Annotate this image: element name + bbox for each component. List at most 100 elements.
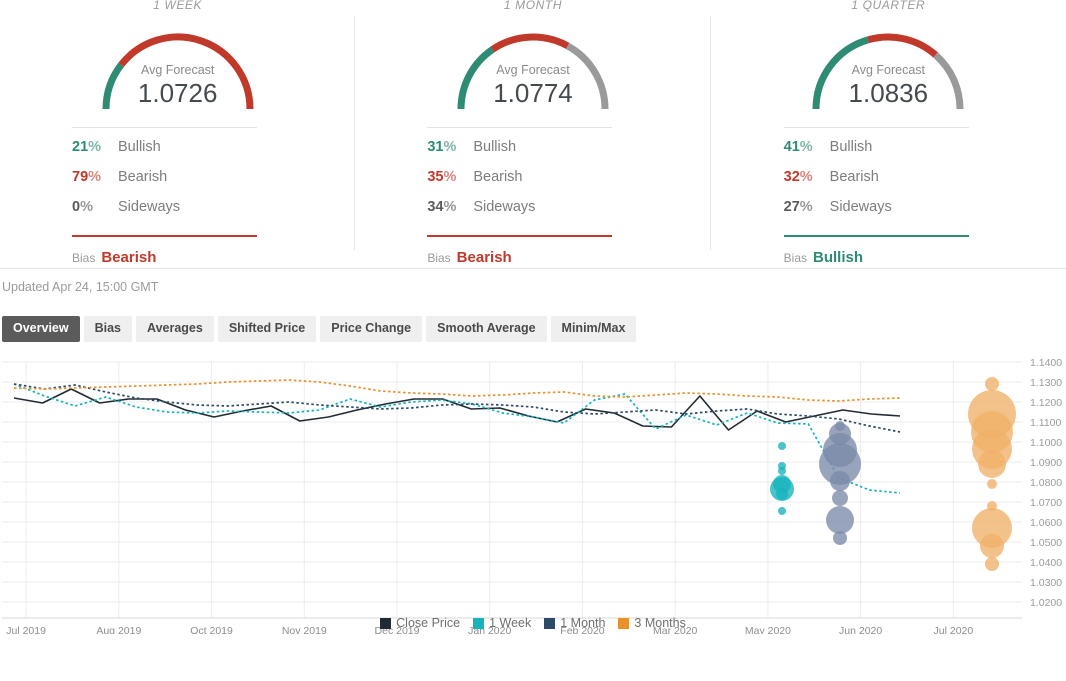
legend-swatch-icon [544,617,556,629]
gauge-1-quarter: Avg Forecast 1.0836 [711,15,1066,117]
stat-row-bearish: 32% Bearish [784,169,969,199]
stat-label-bearish: Bearish [829,169,879,185]
stat-label-sideways: Sideways [118,199,181,215]
bubble-1-week [776,488,788,500]
gauge-segment-bullish [457,46,495,110]
bubble-1-week [778,467,786,475]
bubble-1-week [778,442,786,450]
bubble-3-months [985,557,999,571]
chart-tab-bar: Overview Bias Averages Shifted Price Price C… [0,294,1066,342]
stat-pct-bullish: 21% [72,139,102,155]
updated-timestamp: Updated Apr 24, 15:00 GMT [2,280,159,294]
bubble-3-months [985,377,999,391]
panel-title: 1 WEEK [153,0,203,12]
y-axis-tick-label: 1.0600 [1030,517,1062,529]
bias-row: Bias Bearish [427,249,612,266]
y-axis-tick-label: 1.0400 [1030,557,1062,569]
stat-row-bullish: 31% Bullish [427,139,612,169]
stat-label-bullish: Bullish [473,139,517,155]
bias-row: Bias Bullish [784,249,969,266]
legend-label: 1 Month [560,616,606,630]
y-axis-tick-label: 1.0700 [1030,497,1062,509]
y-axis-tick-label: 1.1200 [1030,397,1062,409]
legend-label: Close Price [396,616,461,630]
bubble-1-month [833,531,847,545]
gauge-segment-bullish [102,62,124,110]
y-axis-tick-label: 1.1400 [1030,357,1062,369]
tab-minim-max[interactable]: Minim/Max [550,316,637,342]
stat-pct-sideways: 0% [72,199,93,215]
stat-row-bullish: 41% Bullish [784,139,969,169]
legend-swatch-icon [473,617,485,629]
series-line-1-week [13,383,901,494]
legend-item[interactable]: Close Price [380,616,460,630]
stat-pct-bearish: 79% [72,169,102,185]
legend-label: 1 Week [489,616,532,630]
y-axis-tick-label: 1.1100 [1030,417,1061,429]
gauge-segment-bullish [812,36,870,110]
gauge-segment-bearish [490,33,570,53]
stat-row-bearish: 79% Bearish [72,169,257,199]
bias-bar [427,235,613,237]
stat-label-bearish: Bearish [473,169,523,185]
gauge-segment-sideways [933,52,964,110]
tab-averages[interactable]: Averages [136,316,214,342]
stat-row-sideways: 27% Sideways [784,199,969,229]
series-line-1-month [13,383,901,433]
y-axis-tick-label: 1.0800 [1030,477,1062,489]
legend-label: 3 Months [634,616,686,630]
stat-pct-bearish: 32% [783,169,813,185]
bias-row: Bias Bearish [72,249,257,266]
bubble-3-months [978,450,1006,478]
bias-label: Bias [783,251,807,265]
forecast-chart: 1.1400 1.1300 1.1200 1.1100 1.1000 1.0900 1.08… [0,354,1066,644]
dashboard-root: 1 WEEK Avg Forecast 1.0726 21% Bullish 7… [0,0,1066,681]
y-axis-tick-label: 1.1300 [1030,377,1062,389]
y-axis-tick-label: 1.0500 [1030,537,1062,549]
stat-row-bullish: 21% Bullish [72,139,257,169]
stats-list: 41% Bullish 32% Bearish 27% Sideways Bia… [783,127,969,266]
y-axis-tick-label: 1.0200 [1030,597,1062,609]
gauge-segment-bearish [118,33,254,110]
stat-pct-bullish: 41% [783,139,813,155]
y-axis-tick-label: 1.0900 [1030,457,1062,469]
bubble-3-months [987,479,997,489]
stat-label-bullish: Bullish [118,139,161,155]
forecast-panel-1-week: 1 WEEK Avg Forecast 1.0726 21% Bullish 7… [0,0,356,268]
gauge-arc-svg [457,33,609,110]
stat-label-bearish: Bearish [118,169,168,185]
bubble-1-month [826,506,854,534]
stat-label-sideways: Sideways [473,199,536,215]
stats-list: 21% Bullish 79% Bearish 0% Sideways Bias… [72,127,257,266]
tab-shifted-price[interactable]: Shifted Price [217,316,317,342]
gauge-1-week: Avg Forecast 1.0726 [0,15,355,117]
legend-item[interactable]: 1 Month [544,616,605,630]
forecast-panel-1-month: 1 MONTH Avg Forecast 1.0774 31% Bullish … [355,0,711,268]
tab-bias[interactable]: Bias [83,316,132,342]
bubble-1-week [778,507,786,515]
tab-smooth-average[interactable]: Smooth Average [426,316,547,342]
tab-overview[interactable]: Overview [2,316,80,342]
bias-value: Bearish [456,249,512,266]
gauge-segment-bearish [867,33,939,58]
gauge-arc-svg [102,33,254,110]
bias-label: Bias [427,251,451,265]
gauge-1-month: Avg Forecast 1.0774 [355,15,710,117]
legend-swatch-icon [380,617,392,629]
panel-title: 1 QUARTER [851,0,926,12]
tab-price-change[interactable]: Price Change [320,316,423,342]
legend-swatch-icon [618,617,630,629]
forecast-panels: 1 WEEK Avg Forecast 1.0726 21% Bullish 7… [0,0,1066,268]
legend-item[interactable]: 3 Months [618,616,686,630]
stat-pct-bullish: 31% [427,139,457,155]
y-axis-tick-label: 1.0300 [1030,577,1062,589]
gauge-segment-sideways [565,42,609,110]
y-axis-tick-label: 1.1000 [1030,437,1062,449]
chart-svg: 1.1400 1.1300 1.1200 1.1100 1.1000 1.0900 1.08… [2,357,1062,634]
bias-bar [783,235,969,237]
bias-value: Bullish [813,249,864,266]
stat-label-sideways: Sideways [829,199,892,215]
stat-row-bearish: 35% Bearish [427,169,612,199]
bubble-1-month [830,471,850,491]
legend-item[interactable]: 1 Week [473,616,531,630]
